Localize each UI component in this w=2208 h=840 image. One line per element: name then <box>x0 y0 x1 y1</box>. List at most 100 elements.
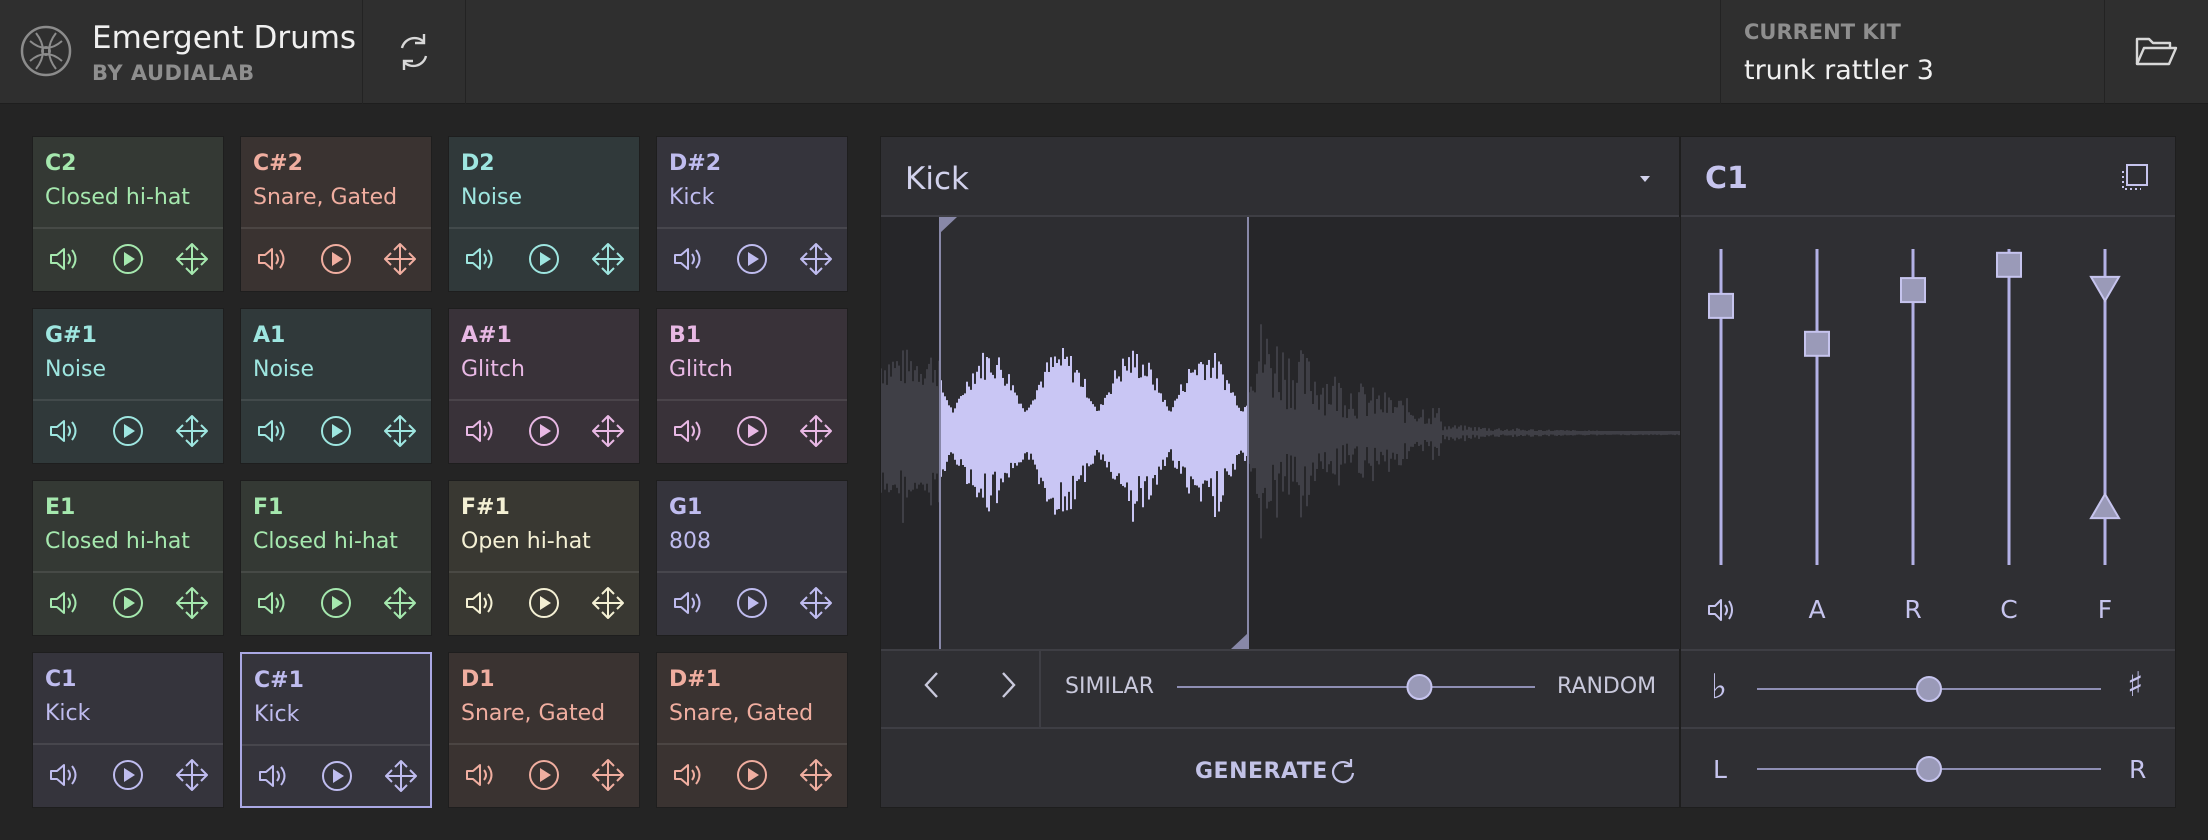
speaker-icon[interactable] <box>256 758 292 794</box>
speaker-icon[interactable] <box>463 757 499 793</box>
drum-pad-g1[interactable]: G1 808 <box>656 480 848 636</box>
speaker-icon[interactable] <box>47 413 83 449</box>
drum-pad-csharp1[interactable]: C#1 Kick <box>240 652 432 808</box>
drag-icon[interactable] <box>590 585 626 621</box>
pad-divider <box>241 227 431 229</box>
envelope-slider-handle[interactable] <box>1900 277 1926 304</box>
drag-icon[interactable] <box>798 757 834 793</box>
open-folder-button[interactable] <box>2134 34 2178 70</box>
drum-pad-f1[interactable]: F1 Closed hi-hat <box>240 480 432 636</box>
pan-slider[interactable] <box>1757 753 2101 785</box>
play-icon[interactable] <box>318 585 354 621</box>
envelope-slider-handle[interactable] <box>1804 330 1830 357</box>
drum-pad-d2[interactable]: D2 Noise <box>448 136 640 292</box>
play-icon[interactable] <box>110 241 146 277</box>
play-icon[interactable] <box>734 585 770 621</box>
drum-pad-a1[interactable]: A1 Noise <box>240 308 432 464</box>
app-title: Emergent Drums <box>92 20 357 56</box>
pad-sound-name: 808 <box>669 529 711 554</box>
play-icon[interactable] <box>526 413 562 449</box>
speaker-icon[interactable] <box>47 585 83 621</box>
panel-divider <box>1681 215 2175 217</box>
drag-icon[interactable] <box>590 757 626 793</box>
drum-pad-csharp2[interactable]: C#2 Snare, Gated <box>240 136 432 292</box>
play-icon[interactable] <box>526 757 562 793</box>
drag-icon[interactable] <box>590 413 626 449</box>
speaker-icon[interactable] <box>463 585 499 621</box>
speaker-icon[interactable] <box>463 241 499 277</box>
copy-settings-icon[interactable] <box>2119 161 2151 193</box>
drag-icon[interactable] <box>174 413 210 449</box>
drum-pad-d1[interactable]: D1 Snare, Gated <box>448 652 640 808</box>
filter-high-handle[interactable] <box>2089 275 2121 303</box>
envelope-slider-r[interactable] <box>1893 241 1933 573</box>
next-sample-button[interactable] <box>995 665 1023 705</box>
drum-pad-c1[interactable]: C1 Kick <box>32 652 224 808</box>
waveform-display[interactable] <box>881 217 1681 649</box>
play-icon[interactable] <box>734 241 770 277</box>
speaker-icon[interactable] <box>47 757 83 793</box>
envelope-slider-f[interactable] <box>2085 241 2125 573</box>
filter-low-handle[interactable] <box>2089 492 2121 520</box>
similarity-slider-knob[interactable] <box>1406 674 1433 700</box>
drag-icon[interactable] <box>798 585 834 621</box>
similarity-slider[interactable] <box>1177 671 1535 703</box>
speaker-icon[interactable] <box>255 585 291 621</box>
envelope-slider-handle[interactable] <box>1708 292 1734 319</box>
drum-pad-asharp1[interactable]: A#1 Glitch <box>448 308 640 464</box>
refresh-kit-button[interactable] <box>394 30 434 74</box>
drum-pad-dsharp2[interactable]: D#2 Kick <box>656 136 848 292</box>
speaker-icon[interactable] <box>671 585 707 621</box>
drag-icon[interactable] <box>590 241 626 277</box>
play-icon[interactable] <box>110 413 146 449</box>
speaker-icon[interactable] <box>255 241 291 277</box>
generate-button[interactable]: GENERATE <box>1195 759 1328 784</box>
chevron-down-icon[interactable] <box>1633 167 1657 191</box>
drag-icon[interactable] <box>382 585 418 621</box>
drag-icon[interactable] <box>798 413 834 449</box>
envelope-slider-handle[interactable] <box>1996 251 2022 278</box>
editor-divider <box>881 649 1679 651</box>
speaker-icon[interactable] <box>671 241 707 277</box>
previous-sample-button[interactable] <box>917 665 945 705</box>
drum-pad-dsharp1[interactable]: D#1 Snare, Gated <box>656 652 848 808</box>
speaker-icon[interactable] <box>47 241 83 277</box>
drag-icon[interactable] <box>174 241 210 277</box>
speaker-icon[interactable] <box>671 413 707 449</box>
envelope-slider-a[interactable] <box>1797 241 1837 573</box>
play-icon[interactable] <box>526 585 562 621</box>
pad-divider <box>241 399 431 401</box>
envelope-slider-volume[interactable] <box>1701 241 1741 573</box>
drum-pad-b1[interactable]: B1 Glitch <box>656 308 848 464</box>
drag-icon[interactable] <box>383 758 419 794</box>
envelope-label-a: A <box>1808 595 1826 624</box>
speaker-icon[interactable] <box>463 413 499 449</box>
drag-icon[interactable] <box>174 585 210 621</box>
envelope-label-c: C <box>2000 595 2018 624</box>
pitch-slider[interactable] <box>1757 673 2101 705</box>
play-icon[interactable] <box>734 413 770 449</box>
play-icon[interactable] <box>110 757 146 793</box>
drum-pad-e1[interactable]: E1 Closed hi-hat <box>32 480 224 636</box>
play-icon[interactable] <box>110 585 146 621</box>
drag-icon[interactable] <box>798 241 834 277</box>
drum-pad-gsharp1[interactable]: G#1 Noise <box>32 308 224 464</box>
pitch-slider-knob[interactable] <box>1916 676 1942 702</box>
envelope-slider-c[interactable] <box>1989 241 2029 573</box>
play-icon[interactable] <box>318 413 354 449</box>
play-icon[interactable] <box>318 241 354 277</box>
speaker-icon[interactable] <box>671 757 707 793</box>
play-icon[interactable] <box>319 758 355 794</box>
drum-pad-c2[interactable]: C2 Closed hi-hat <box>32 136 224 292</box>
regenerate-icon[interactable] <box>1329 757 1357 785</box>
drag-icon[interactable] <box>382 413 418 449</box>
play-icon[interactable] <box>526 241 562 277</box>
pan-slider-knob[interactable] <box>1916 756 1942 782</box>
drag-icon[interactable] <box>174 757 210 793</box>
play-icon[interactable] <box>734 757 770 793</box>
selected-pad-note: C1 <box>1705 161 1748 196</box>
sample-type-select[interactable]: Kick <box>905 161 969 197</box>
drag-icon[interactable] <box>382 241 418 277</box>
drum-pad-fsharp1[interactable]: F#1 Open hi-hat <box>448 480 640 636</box>
speaker-icon[interactable] <box>255 413 291 449</box>
